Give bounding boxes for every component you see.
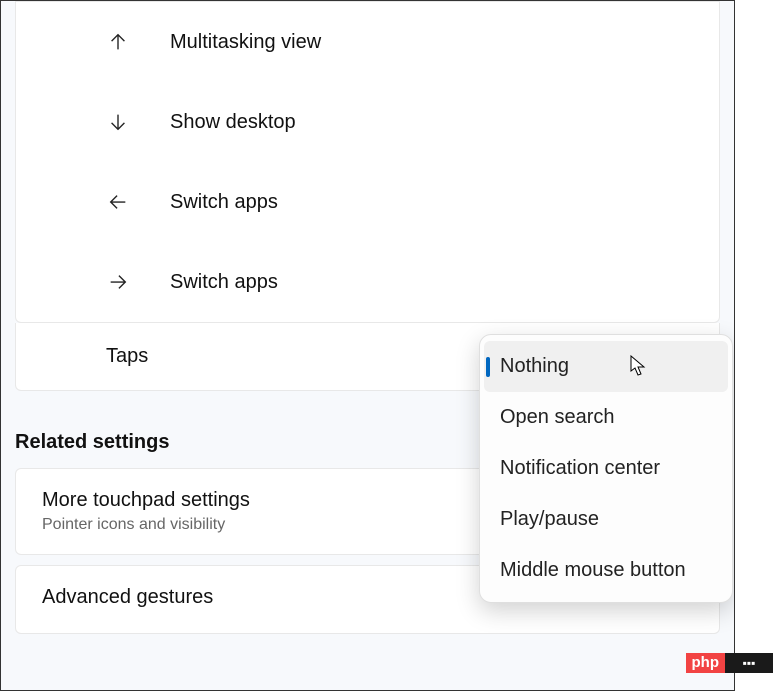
gesture-row-switch-left[interactable]: Switch apps xyxy=(16,162,719,242)
gesture-label: Switch apps xyxy=(170,191,278,214)
gesture-label: Show desktop xyxy=(170,111,296,134)
taps-dropdown-menu: Nothing Open search Notification center … xyxy=(479,334,733,603)
dropdown-item-open-search[interactable]: Open search xyxy=(484,392,728,443)
gesture-row-multitasking[interactable]: Multitasking view xyxy=(16,2,719,82)
taps-label: Taps xyxy=(106,345,148,368)
settings-window: Multitasking view Show desktop Switch ap… xyxy=(0,0,735,691)
watermark-badge: php ▪▪▪ xyxy=(686,653,774,673)
gesture-row-desktop[interactable]: Show desktop xyxy=(16,82,719,162)
arrow-right-icon xyxy=(106,270,130,294)
arrow-down-icon xyxy=(106,110,130,134)
dropdown-item-label: Nothing xyxy=(500,355,569,378)
dropdown-item-label: Notification center xyxy=(500,457,660,480)
dropdown-item-label: Middle mouse button xyxy=(500,559,686,582)
arrow-up-icon xyxy=(106,30,130,54)
spacer xyxy=(1,644,734,690)
arrow-left-icon xyxy=(106,190,130,214)
gesture-label: Multitasking view xyxy=(170,31,321,54)
gesture-panel: Multitasking view Show desktop Switch ap… xyxy=(15,1,720,323)
dropdown-item-middle-mouse[interactable]: Middle mouse button xyxy=(484,545,728,596)
watermark-text: php xyxy=(686,653,726,673)
dropdown-item-nothing[interactable]: Nothing xyxy=(484,341,728,392)
dropdown-item-label: Open search xyxy=(500,406,615,429)
dropdown-item-label: Play/pause xyxy=(500,508,599,531)
dropdown-item-notification-center[interactable]: Notification center xyxy=(484,443,728,494)
gesture-row-switch-right[interactable]: Switch apps xyxy=(16,242,719,322)
gesture-label: Switch apps xyxy=(170,271,278,294)
watermark-dark: ▪▪▪ xyxy=(725,653,773,673)
dropdown-item-play-pause[interactable]: Play/pause xyxy=(484,494,728,545)
